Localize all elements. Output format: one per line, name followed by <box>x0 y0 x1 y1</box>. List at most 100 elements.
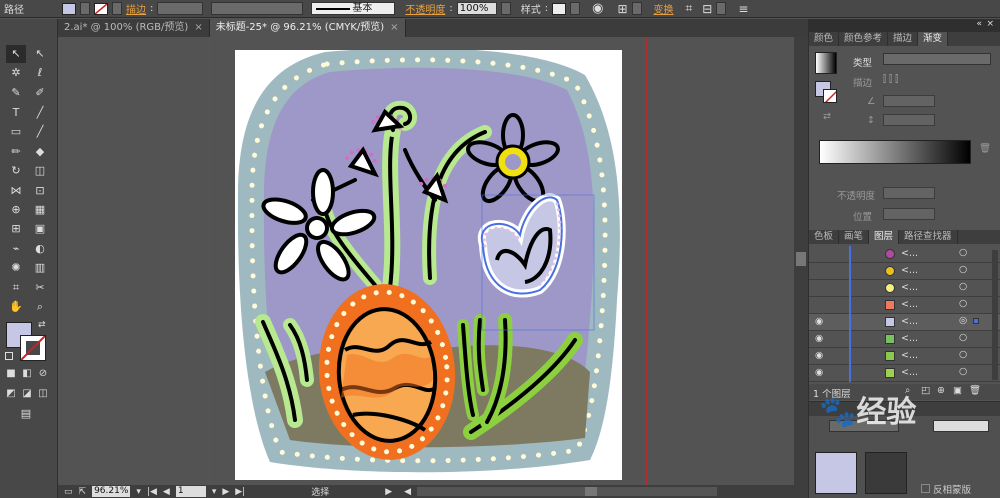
artboard-number-input[interactable]: 1 <box>175 486 206 497</box>
draw-inside-icon[interactable]: ◫ <box>36 385 50 403</box>
recolor-icon[interactable]: ◉ <box>592 1 603 16</box>
right-edge-scrollbar[interactable] <box>992 250 998 380</box>
paintbrush-tool-icon[interactable]: ╱ <box>30 123 50 141</box>
isolate-icon[interactable]: ⊟ <box>702 2 712 16</box>
transparency-thumbnail[interactable] <box>815 452 857 494</box>
layer-row[interactable]: ◉ <... ○ <box>809 331 1000 348</box>
artboard-tool-icon[interactable]: ⌗ <box>6 279 26 297</box>
target-circle-icon[interactable]: ○ <box>959 366 967 377</box>
layer-row[interactable]: ◉ <... ○ <box>809 365 1000 382</box>
prev-artboard-icon[interactable]: ◀ <box>163 487 170 497</box>
target-circle-icon[interactable]: ○ <box>959 332 967 343</box>
tab-color-guide[interactable]: 颜色参考 <box>839 32 889 46</box>
swap-colors-icon[interactable]: ⇄ <box>38 320 46 330</box>
magic-wand-tool-icon[interactable]: ✲ <box>6 64 26 82</box>
horizontal-scrollbar[interactable] <box>417 487 718 496</box>
width-tool-icon[interactable]: ⋈ <box>6 182 26 200</box>
align-icon[interactable]: ⊞ <box>617 2 627 16</box>
last-artboard-icon[interactable]: ▶| <box>235 487 245 497</box>
selection-indicator[interactable] <box>973 318 979 324</box>
opacity-label[interactable]: 不透明度 <box>405 1 445 16</box>
fill-swatch[interactable] <box>62 2 76 15</box>
tab-stroke[interactable]: 描边 <box>888 32 919 46</box>
stroke-weight-dropdown[interactable] <box>157 2 204 15</box>
tab-layers[interactable]: 图层 <box>869 230 900 244</box>
scale-tool-icon[interactable]: ◫ <box>30 162 50 180</box>
layer-row[interactable]: <... ○ <box>809 297 1000 314</box>
close-icon[interactable]: × <box>194 22 202 33</box>
stroke-color-box[interactable] <box>20 335 46 361</box>
visibility-eye-icon[interactable]: ◉ <box>815 333 823 344</box>
vertical-scroll-thumb[interactable] <box>796 252 806 266</box>
artboard[interactable] <box>235 47 622 480</box>
new-sublayer-icon[interactable]: ⊕ <box>937 385 945 396</box>
perspective-grid-tool-icon[interactable]: ▦ <box>30 201 50 219</box>
vertical-scrollbar[interactable] <box>794 37 808 485</box>
target-circle-icon[interactable]: ○ <box>959 281 967 292</box>
stroke-swatch[interactable] <box>94 2 108 15</box>
eyedropper-tool-icon[interactable]: ⌁ <box>6 240 26 258</box>
delete-layer-icon[interactable]: 🗑 <box>969 385 981 396</box>
collapse-icon[interactable]: « <box>976 19 982 29</box>
layer-row[interactable]: <... ○ <box>809 263 1000 280</box>
visibility-eye-icon[interactable]: ◉ <box>815 316 823 327</box>
eraser-tool-icon[interactable]: ◆ <box>30 143 50 161</box>
free-transform-tool-icon[interactable]: ⊡ <box>30 182 50 200</box>
zoom-dropdown-icon[interactable]: ▾ <box>136 487 141 497</box>
slice-tool-icon[interactable]: ✂ <box>30 279 50 297</box>
gradient-mode-icon[interactable]: ◧ <box>20 365 34 383</box>
horizontal-scroll-left-icon[interactable]: ◀ <box>404 487 411 497</box>
zoom-tool-icon[interactable]: ⌕ <box>30 298 50 316</box>
close-panel-icon[interactable]: × <box>986 19 994 29</box>
opacity-dropdown[interactable] <box>500 2 511 15</box>
status-icon[interactable]: ▭ <box>64 487 73 497</box>
target-circle-icon[interactable]: ◎ <box>959 315 967 326</box>
make-clipping-mask-icon[interactable]: ◰ <box>921 385 930 396</box>
stroke-dropdown[interactable] <box>112 2 122 15</box>
transform-icon[interactable]: ⌗ <box>686 1 693 16</box>
next-artboard-icon[interactable]: ▶ <box>222 487 229 497</box>
status-arrow-icon[interactable]: ▶ <box>385 487 392 497</box>
lasso-tool-icon[interactable]: ℓ <box>30 64 50 82</box>
screen-mode-icon[interactable]: ▤ <box>16 405 36 423</box>
gradient-opacity-dropdown[interactable] <box>883 187 935 199</box>
gradient-stroke-swatch[interactable] <box>823 89 837 103</box>
gradient-position-dropdown[interactable] <box>883 208 935 220</box>
angle-dropdown[interactable] <box>883 95 935 107</box>
tab-document-1[interactable]: 2.ai* @ 100% (RGB/预览) × <box>58 19 210 37</box>
layer-row[interactable]: <... ○ <box>809 280 1000 297</box>
layer-row[interactable]: <... ○ <box>809 246 1000 263</box>
drawing-mode-icon[interactable]: ◩ <box>4 385 18 403</box>
horizontal-scroll-thumb[interactable] <box>585 487 598 496</box>
hand-tool-icon[interactable]: ✋ <box>6 298 26 316</box>
pen-tool-icon[interactable]: ✎ <box>6 84 26 102</box>
variable-width-dropdown[interactable] <box>211 2 304 15</box>
transform-link[interactable]: 变换 <box>654 1 674 16</box>
layer-row[interactable]: ◉ <... ○ <box>809 348 1000 365</box>
isolate-dropdown[interactable] <box>716 2 727 15</box>
symbol-sprayer-tool-icon[interactable]: ✺ <box>6 259 26 277</box>
none-mode-icon[interactable]: ⊘ <box>36 365 50 383</box>
type-tool-icon[interactable]: T <box>6 104 26 122</box>
shape-builder-tool-icon[interactable]: ⊕ <box>6 201 26 219</box>
tab-swatches[interactable]: 色板 <box>809 230 840 244</box>
gradient-tool-icon[interactable]: ▣ <box>30 220 50 238</box>
gradient-slider[interactable] <box>819 140 971 164</box>
new-layer-icon[interactable]: ▣ <box>953 385 962 396</box>
delete-stop-icon[interactable]: 🗑 <box>979 143 991 154</box>
mesh-tool-icon[interactable]: ⊞ <box>6 220 26 238</box>
target-circle-icon[interactable]: ○ <box>959 298 967 309</box>
panel-menu-icon[interactable]: ≡ <box>738 2 748 16</box>
artboard-dropdown-icon[interactable]: ▾ <box>212 487 217 497</box>
visibility-eye-icon[interactable]: ◉ <box>815 367 823 378</box>
align-dropdown[interactable] <box>631 2 642 15</box>
transparency-opacity-input[interactable] <box>933 420 989 432</box>
target-circle-icon[interactable]: ○ <box>959 264 967 275</box>
draw-behind-icon[interactable]: ◪ <box>20 385 34 403</box>
tab-color[interactable]: 颜色 <box>809 32 840 46</box>
tab-pathfinder[interactable]: 路径查找器 <box>899 230 958 244</box>
stroke-options-icon[interactable]: ⫿ ⫿ ⫿ <box>883 74 898 85</box>
tab-brushes[interactable]: 画笔 <box>839 230 870 244</box>
reverse-gradient-icon[interactable]: ⇄ <box>823 111 831 122</box>
pencil-tool-icon[interactable]: ✏ <box>6 143 26 161</box>
